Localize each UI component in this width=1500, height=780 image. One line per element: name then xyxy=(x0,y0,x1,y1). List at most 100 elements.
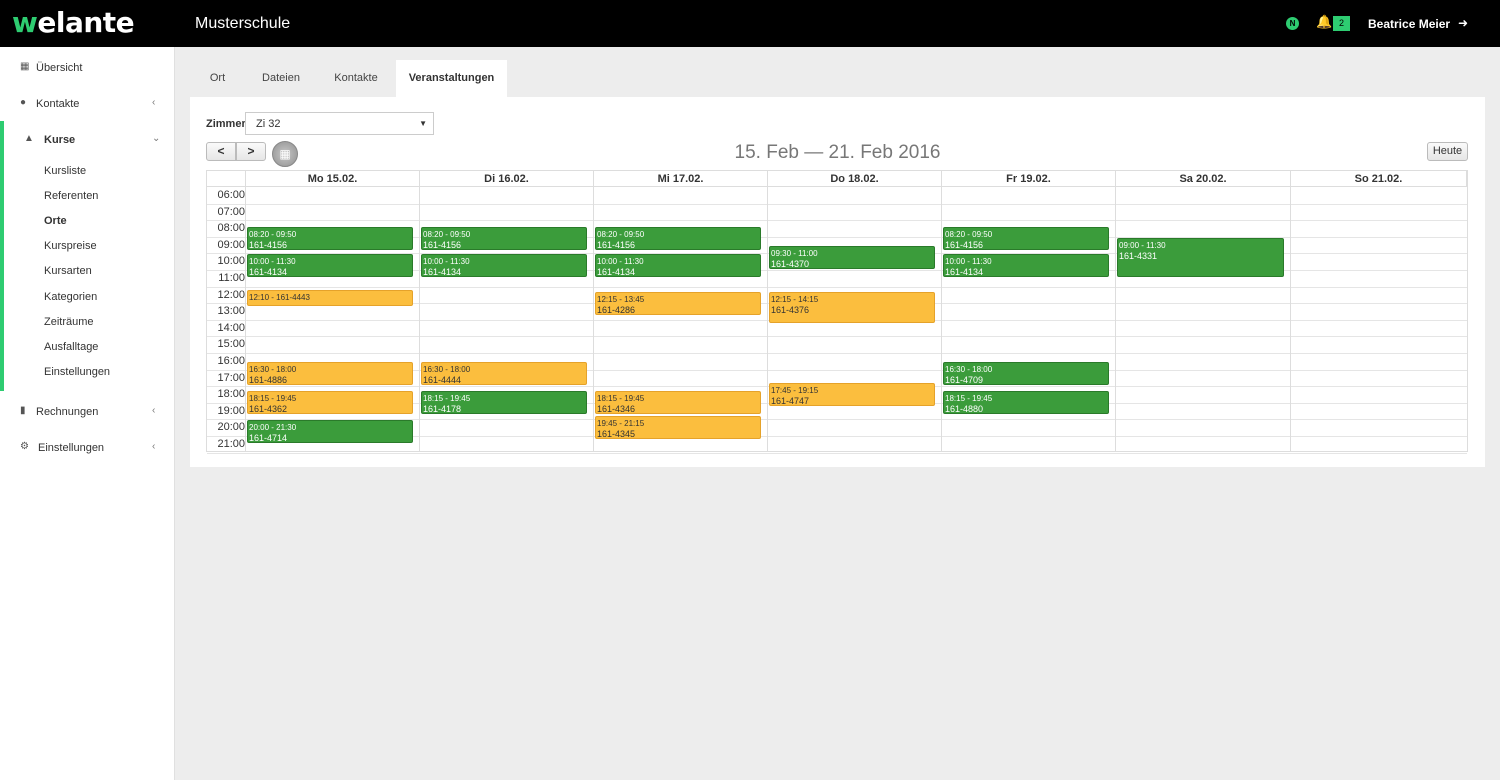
event-time: 08:20 - 09:50 xyxy=(945,229,993,239)
sidebar-subitem-orte[interactable]: Orte xyxy=(44,215,67,227)
sidebar-item-label: Rechnungen xyxy=(36,406,99,418)
sidebar-item-label: Übersicht xyxy=(36,62,83,74)
event-code: 161-4886 xyxy=(249,375,288,386)
hour-line xyxy=(207,336,1467,338)
event-code: 161-4286 xyxy=(597,304,636,315)
event-time: 18:15 - 19:45 xyxy=(597,394,645,404)
hour-line xyxy=(207,452,1467,454)
calendar-event[interactable]: 18:15 - 19:45 161-4178 xyxy=(421,391,587,415)
bell-icon[interactable]: 🔔 xyxy=(1316,15,1332,29)
event-time: 18:15 - 19:45 xyxy=(945,394,993,404)
sidebar-item-label: Kurse xyxy=(44,134,76,146)
calendar-event[interactable]: 16:30 - 18:00 161-4886 xyxy=(247,362,413,386)
notification-badge[interactable]: 2 xyxy=(1333,16,1350,31)
sidebar-item-label: Einstellungen xyxy=(38,442,105,454)
calendar-event[interactable]: 18:15 - 19:45 161-4346 xyxy=(595,391,761,415)
sidebar-subitem-einstellungen[interactable]: Einstellungen xyxy=(44,366,110,378)
sidebar-item-einstellungen[interactable]: ⚙ Einstellungen ‹ xyxy=(0,429,174,465)
day-header: Do 18.02. xyxy=(768,171,942,187)
time-label: 14:00 xyxy=(217,321,245,334)
calendar-event[interactable]: 10:00 - 11:30 161-4134 xyxy=(943,254,1109,278)
hour-line xyxy=(207,286,1467,288)
event-time: 20:00 - 21:30 xyxy=(249,423,297,433)
calendar-event[interactable]: 09:30 - 11:00 161-4370 xyxy=(769,246,935,269)
chevron-left-icon: ‹ xyxy=(152,405,156,416)
time-label: 06:00 xyxy=(217,189,245,201)
event-code: 161-4346 xyxy=(597,404,636,415)
day-divider xyxy=(1290,171,1291,451)
sidebar: ▦ Übersicht ● Kontakte ‹ ▲ Kurse ⌄ Kursl… xyxy=(0,47,175,780)
next-week-button[interactable]: > xyxy=(236,142,266,161)
calendar-event[interactable]: 08:20 - 09:50 161-4156 xyxy=(943,226,1109,250)
room-select-value: Zi 32 xyxy=(256,118,281,130)
calendar-event[interactable]: 17:45 - 19:15 161-4747 xyxy=(769,383,935,406)
event-code: 161-4134 xyxy=(597,267,636,278)
event-time: 10:00 - 11:30 xyxy=(249,257,296,267)
calendar-event[interactable]: 12:10 - 161-4443 xyxy=(247,290,413,307)
logo[interactable]: welante xyxy=(12,6,135,39)
sidebar-subitem-zeitraeume[interactable]: Zeiträume xyxy=(44,316,94,328)
day-divider xyxy=(1115,171,1116,451)
calendar-event[interactable]: 18:15 - 19:45 161-4362 xyxy=(247,391,413,415)
time-label: 08:00 xyxy=(217,222,245,235)
sidebar-subitem-kategorien[interactable]: Kategorien xyxy=(44,291,97,303)
time-label: 16:00 xyxy=(217,355,245,367)
event-time: 18:15 - 19:45 xyxy=(423,394,471,404)
calendar-event[interactable]: 20:00 - 21:30 161-4714 xyxy=(247,420,413,444)
calendar-event[interactable]: 10:00 - 11:30 161-4134 xyxy=(595,254,761,278)
tab-veranstaltungen[interactable]: Veranstaltungen xyxy=(396,60,507,97)
day-header: Di 16.02. xyxy=(420,171,594,187)
sidebar-item-rechnungen[interactable]: ▮ Rechnungen ‹ xyxy=(0,393,174,429)
chevron-left-icon: ‹ xyxy=(152,97,156,108)
event-time: 16:30 - 18:00 xyxy=(945,365,993,375)
calendar-event[interactable]: 16:30 - 18:00 161-4709 xyxy=(943,362,1109,386)
user-icon: ● xyxy=(20,97,27,108)
time-label: 07:00 xyxy=(217,205,245,218)
sidebar-subitem-kursliste[interactable]: Kursliste xyxy=(44,165,86,177)
event-code: 161-4134 xyxy=(423,267,462,278)
caret-down-icon: ▼ xyxy=(419,119,427,128)
room-filter-label: Zimmer xyxy=(206,118,246,130)
today-button[interactable]: Heute xyxy=(1427,142,1468,161)
sidebar-item-kurse[interactable]: ▲ Kurse ⌄ xyxy=(0,121,174,157)
grid-icon: ▦ xyxy=(20,61,30,72)
week-calendar: Mo 15.02. Di 16.02. Mi 17.02. Do 18.02. Fr 1… xyxy=(206,170,1468,454)
day-header: Sa 20.02. xyxy=(1116,171,1291,187)
event-time: 09:00 - 11:30 xyxy=(1119,240,1166,250)
graduation-cap-icon: ▲ xyxy=(24,133,34,144)
time-label: 10:00 xyxy=(217,255,245,268)
hour-line xyxy=(207,353,1467,354)
event-time: 17:45 - 19:15 xyxy=(771,386,819,396)
room-select[interactable]: Zi 32 ▼ xyxy=(245,112,434,135)
sidebar-subitem-ausfalltage[interactable]: Ausfalltage xyxy=(44,341,98,353)
status-indicator-icon[interactable]: N xyxy=(1286,17,1299,30)
tab-ort[interactable]: Ort xyxy=(190,60,245,97)
sidebar-subitem-referenten[interactable]: Referenten xyxy=(44,190,98,202)
prev-week-button[interactable]: < xyxy=(206,142,236,161)
calendar-event[interactable]: 08:20 - 09:50 161-4156 xyxy=(595,226,761,250)
calendar-event[interactable]: 12:15 - 13:45 161-4286 xyxy=(595,291,761,315)
logout-icon[interactable]: ➜ xyxy=(1458,16,1468,30)
time-label: 17:00 xyxy=(217,371,245,384)
calendar-event[interactable]: 12:15 - 14:15 161-4376 xyxy=(769,291,935,323)
calendar-event[interactable]: 08:20 - 09:50 161-4156 xyxy=(421,226,587,250)
sidebar-subitem-kursarten[interactable]: Kursarten xyxy=(44,265,92,277)
top-bar: welante Musterschule N 🔔 2 Beatrice Meie… xyxy=(0,0,1500,47)
tab-kontakte[interactable]: Kontakte xyxy=(317,60,395,97)
calendar-event[interactable]: 10:00 - 11:30 161-4134 xyxy=(247,254,413,278)
sidebar-subitem-kurspreise[interactable]: Kurspreise xyxy=(44,240,97,252)
sidebar-item-uebersicht[interactable]: ▦ Übersicht xyxy=(0,49,174,85)
tab-dateien[interactable]: Dateien xyxy=(245,60,317,97)
event-time: 10:00 - 11:30 xyxy=(423,257,470,267)
calendar-event[interactable]: 09:00 - 11:30 161-4331 xyxy=(1117,237,1284,278)
calendar-event[interactable]: 19:45 - 21:15 161-4345 xyxy=(595,416,761,440)
event-code: 161-4444 xyxy=(423,375,462,386)
day-divider xyxy=(593,171,594,451)
calendar-event[interactable]: 16:30 - 18:00 161-4444 xyxy=(421,362,587,386)
calendar-event[interactable]: 18:15 - 19:45 161-4880 xyxy=(943,391,1109,415)
user-name[interactable]: Beatrice Meier xyxy=(1368,17,1450,31)
calendar-event[interactable]: 08:20 - 09:50 161-4156 xyxy=(247,226,413,250)
calendar-icon[interactable]: ▦ xyxy=(272,141,298,167)
calendar-event[interactable]: 10:00 - 11:30 161-4134 xyxy=(421,254,587,278)
sidebar-item-kontakte[interactable]: ● Kontakte ‹ xyxy=(0,85,174,121)
